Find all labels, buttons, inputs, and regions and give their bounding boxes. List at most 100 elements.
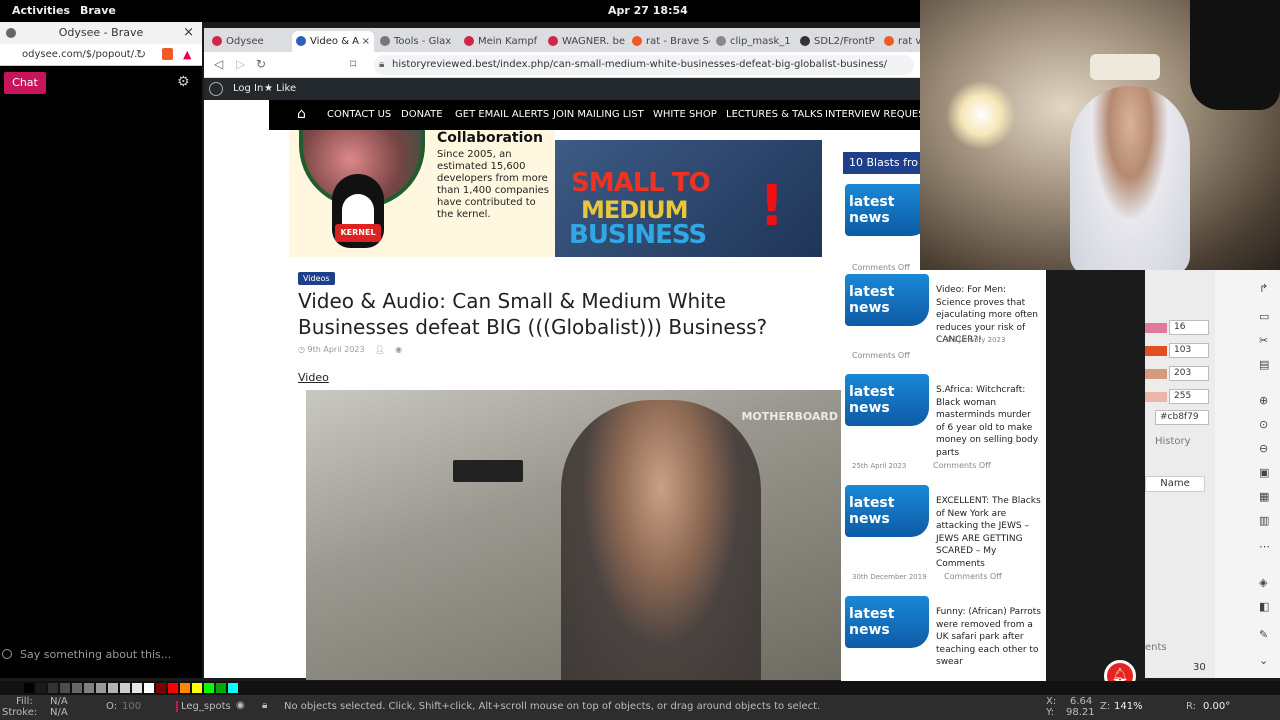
rotation-value[interactable]: 0.00° [1203, 701, 1230, 712]
latest-news-thumb[interactable]: latest news [845, 485, 929, 537]
home-icon[interactable]: ⌂ [297, 106, 306, 122]
channel-field-4[interactable]: 255 [1169, 389, 1209, 404]
browser-tab[interactable]: rat - Brave Se [628, 31, 710, 52]
palette-swatch[interactable] [168, 683, 178, 693]
rewards-icon[interactable]: ▲ [183, 48, 191, 61]
palette-swatch[interactable] [60, 683, 70, 693]
channel-field-1[interactable]: 16 [1169, 320, 1209, 335]
thirty-field[interactable]: 30 [1193, 662, 1206, 673]
doc-icon[interactable]: ▤ [1259, 358, 1269, 371]
palette-swatch[interactable] [108, 683, 118, 693]
clock[interactable]: Apr 27 18:54 [608, 4, 688, 17]
palette-swatch[interactable] [156, 683, 166, 693]
app-menu[interactable]: Brave [80, 4, 116, 17]
browser-tab[interactable]: clip_mask_1 [712, 31, 794, 52]
scissors-icon[interactable]: ✂ [1259, 334, 1268, 347]
palette-swatch[interactable] [96, 683, 106, 693]
palette-swatch[interactable] [120, 683, 130, 693]
fill-value[interactable]: N/A [50, 696, 68, 707]
arrow-icon[interactable]: ↱ [1259, 282, 1268, 295]
palette-swatch[interactable] [84, 683, 94, 693]
sidebar-post-date[interactable]: 3rd January 2023 [945, 336, 1005, 344]
palette-swatch[interactable] [72, 683, 82, 693]
palette-swatch[interactable] [144, 683, 154, 693]
opacity-value[interactable]: 100 [122, 701, 141, 712]
palette-swatch[interactable] [180, 683, 190, 693]
wordpress-logo-icon[interactable] [209, 82, 223, 96]
like-link[interactable]: ★ Like [264, 83, 296, 94]
brave-shield-icon[interactable] [162, 48, 173, 60]
latest-news-thumb[interactable]: latest news [845, 596, 929, 648]
browser-tab[interactable]: WAGNER. be [544, 31, 626, 52]
browser-tab[interactable]: Mein Kampf [460, 31, 542, 52]
zoom-icon[interactable]: ⊙ [1259, 418, 1268, 431]
lock-icon[interactable]: ◧ [1259, 600, 1269, 613]
activities-button[interactable]: Activities [12, 4, 70, 17]
menu-item[interactable]: JOIN MAILING LIST [553, 109, 644, 120]
browser-tab[interactable]: Tools - Glax [376, 31, 458, 52]
tab-close-icon[interactable]: × [362, 31, 370, 52]
sidebar-post-title[interactable]: EXCELLENT: The Blacks of New York are at… [936, 495, 1041, 570]
palette-swatch[interactable] [48, 683, 58, 693]
palette-swatch[interactable] [204, 683, 214, 693]
reload-icon[interactable]: ↻ [136, 47, 146, 61]
address-bar[interactable]: 🔒︎ historyreviewed.best/index.php/can-sm… [374, 55, 914, 75]
palette-swatch[interactable] [192, 683, 202, 693]
forward-icon[interactable]: ▷ [236, 57, 245, 71]
menu-item[interactable]: WHITE SHOP [653, 109, 717, 120]
close-icon[interactable]: × [183, 22, 194, 44]
rgba-field[interactable]: #cb8f79 [1155, 410, 1209, 425]
palette-swatch[interactable] [132, 683, 142, 693]
article-date[interactable]: 9th April 2023 [308, 345, 365, 354]
browser-tab[interactable]: rat v [880, 31, 920, 52]
fit-icon[interactable]: ▣ [1259, 466, 1269, 479]
chat-button[interactable]: Chat [4, 72, 46, 94]
pen-icon[interactable]: ✎ [1259, 628, 1268, 641]
page-icon[interactable]: ▭ [1259, 310, 1269, 323]
palette-swatch[interactable] [216, 683, 226, 693]
author-icon[interactable]: 👤︎ [375, 345, 385, 354]
browser-tab[interactable]: Video & A × [292, 31, 374, 52]
emoji-icon[interactable] [2, 649, 12, 659]
gear-icon[interactable]: ⚙ [177, 74, 190, 90]
zoom-in-icon[interactable]: ⊕ [1259, 394, 1268, 407]
menu-item[interactable]: GET EMAIL ALERTS [455, 109, 549, 120]
channel-field-3[interactable]: 203 [1169, 366, 1209, 381]
stroke-value[interactable]: N/A [50, 707, 68, 718]
login-link[interactable]: Log In [233, 83, 263, 94]
video-player[interactable]: MOTHERBOARD [306, 390, 842, 680]
category-badge[interactable]: Videos [298, 272, 335, 285]
snap-icon[interactable]: ◈ [1259, 576, 1267, 589]
site-info-icon[interactable] [6, 28, 16, 38]
latest-news-thumb[interactable]: latest news [845, 184, 929, 236]
menu-item[interactable]: INTERVIEW REQUEST [825, 109, 931, 120]
name-column-header[interactable]: Name [1145, 476, 1205, 492]
latest-news-thumb[interactable]: latest news [845, 374, 929, 426]
sidebar-post-title[interactable]: S.Africa: Witchcraft: Black woman master… [936, 384, 1041, 459]
lock-icon[interactable]: 🔒︎ [262, 700, 267, 711]
menu-item[interactable]: LECTURES & TALKS [726, 109, 823, 120]
layer-selector[interactable]: Leg_spots [176, 701, 231, 712]
sidebar-post-date[interactable]: 30th December 2019 [852, 573, 927, 581]
sidebar-post-title[interactable]: Funny: (African) Parrots were removed fr… [936, 606, 1041, 669]
zoom-out-icon[interactable]: ⊖ [1259, 442, 1268, 455]
browser-tab[interactable]: SDL2/FrontP [796, 31, 878, 52]
menu-item[interactable]: CONTACT US [327, 109, 391, 120]
visibility-icon[interactable]: ◉ [236, 700, 245, 711]
latest-news-thumb[interactable]: latest news [845, 274, 929, 326]
zoom-value[interactable]: 141% [1114, 701, 1143, 712]
history-tab[interactable]: History [1155, 436, 1191, 447]
reload-icon[interactable]: ↻ [256, 57, 266, 71]
chevron-down-icon[interactable]: ⌄ [1259, 654, 1268, 667]
browser-tab[interactable]: Odysee [208, 31, 290, 52]
palette-swatch[interactable] [228, 683, 238, 693]
node-icon[interactable]: ⋯ [1259, 540, 1270, 553]
back-icon[interactable]: ◁ [214, 57, 223, 71]
channel-field-2[interactable]: 103 [1169, 343, 1209, 358]
sidebar-post-date[interactable]: 25th April 2023 [852, 462, 906, 470]
group-icon[interactable]: ▦ [1259, 490, 1269, 503]
menu-item[interactable]: DONATE [401, 109, 443, 120]
bookmark-icon[interactable]: ⌑ [350, 57, 356, 71]
palette-swatch[interactable] [36, 683, 46, 693]
chat-input[interactable]: Say something about this... [0, 648, 202, 664]
